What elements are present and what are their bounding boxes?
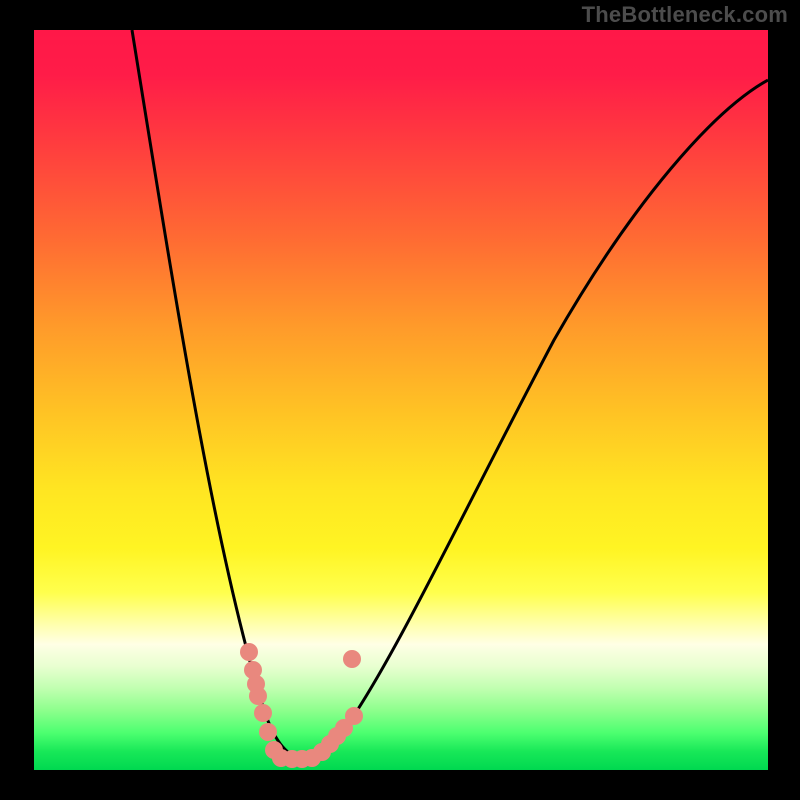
marker-point xyxy=(259,723,277,741)
marker-point xyxy=(240,643,258,661)
marker-point xyxy=(345,707,363,725)
ideal-zone-markers xyxy=(240,643,363,768)
plot-area xyxy=(34,30,768,770)
marker-point xyxy=(249,687,267,705)
watermark-text: TheBottleneck.com xyxy=(582,2,788,28)
chart-frame: TheBottleneck.com xyxy=(0,0,800,800)
chart-svg xyxy=(34,30,768,770)
bottleneck-curve xyxy=(132,30,768,759)
marker-point xyxy=(254,704,272,722)
marker-point xyxy=(343,650,361,668)
